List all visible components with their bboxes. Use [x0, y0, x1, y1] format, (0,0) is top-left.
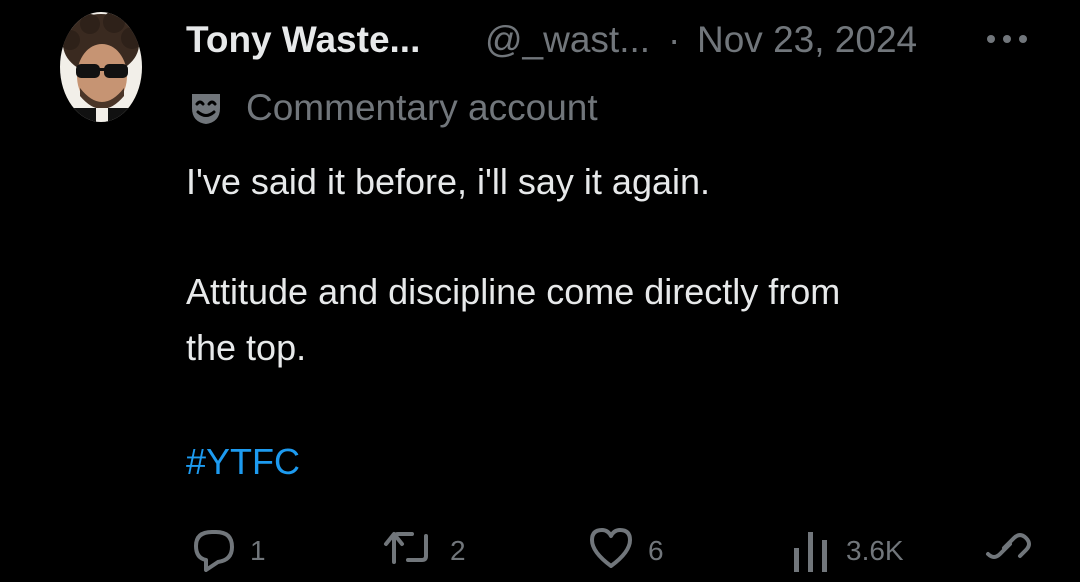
- tweet-text-line: the top.: [186, 327, 307, 368]
- share-button[interactable]: [982, 522, 1032, 572]
- like-button[interactable]: 6: [586, 522, 664, 572]
- views-button[interactable]: 3.6K: [788, 522, 904, 572]
- views-count: 3.6K: [846, 535, 904, 566]
- tweet-text-line: Attitude and discipline come directly fr…: [186, 271, 841, 312]
- author-handle[interactable]: @_wast...: [485, 18, 650, 62]
- retweet-count: 2: [450, 535, 466, 566]
- account-label-text: Commentary account: [246, 87, 598, 128]
- hashtag-link[interactable]: #YTFC: [186, 436, 300, 488]
- like-count: 6: [648, 535, 664, 566]
- retweet-button[interactable]: 2: [382, 522, 466, 572]
- reply-button[interactable]: 1: [188, 522, 266, 572]
- share-link-icon: [982, 522, 1032, 572]
- account-label[interactable]: Commentary account: [186, 84, 598, 132]
- separator-dot: ·: [668, 19, 681, 60]
- tweet-date[interactable]: Nov 23, 2024: [697, 18, 917, 62]
- avatar[interactable]: [60, 12, 142, 122]
- author-name[interactable]: Tony Waste...: [186, 18, 420, 62]
- retweet-icon: [382, 522, 438, 572]
- more-options-icon[interactable]: [984, 26, 1030, 52]
- views-chart-icon: [788, 522, 834, 572]
- theater-mask-icon: [186, 88, 226, 128]
- tweet-actions-bar: 1 2 6 3.6K: [0, 522, 1080, 582]
- reply-icon: [188, 522, 238, 572]
- reply-count: 1: [250, 535, 266, 566]
- tweet-text-line: I've said it before, i'll say it again.: [186, 161, 711, 202]
- heart-icon: [586, 522, 636, 572]
